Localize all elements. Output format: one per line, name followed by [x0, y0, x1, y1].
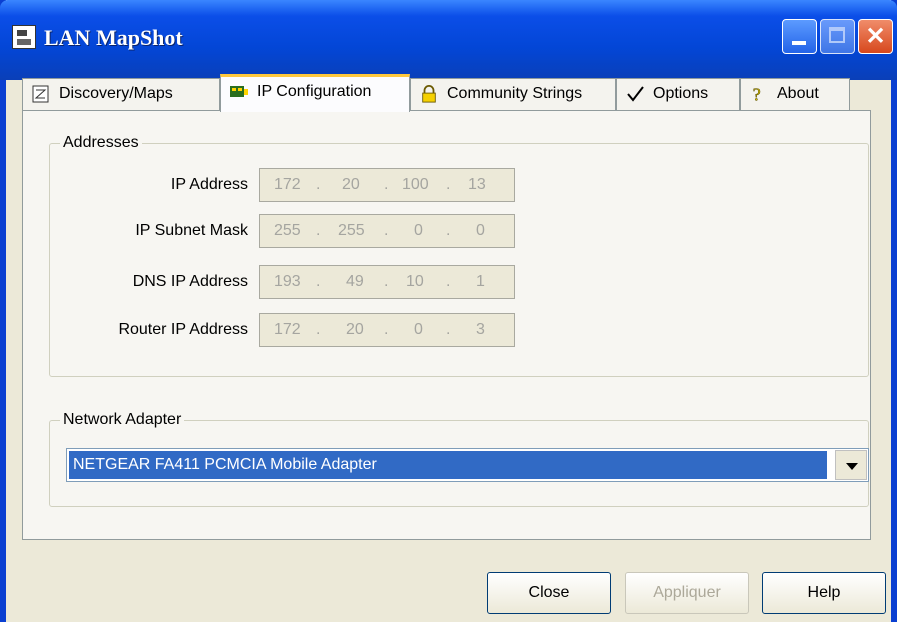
minimize-button[interactable]: [782, 19, 817, 54]
network-adapter-value: NETGEAR FA411 PCMCIA Mobile Adapter: [69, 451, 827, 479]
help-button[interactable]: Help: [762, 572, 886, 614]
app-icon: [12, 25, 36, 49]
tab-community-strings[interactable]: Community Strings: [410, 78, 616, 110]
octet-1: 172: [274, 176, 301, 193]
octet-3: 100: [402, 176, 429, 193]
octet-3: 0: [414, 222, 423, 239]
tab-options[interactable]: Options: [616, 78, 740, 110]
svg-text:?: ?: [753, 85, 761, 103]
octet-4: 1: [476, 273, 485, 290]
dns-address-label: DNS IP Address: [132, 273, 248, 290]
chevron-down-icon[interactable]: [835, 450, 867, 480]
subnet-mask-label: IP Subnet Mask: [135, 222, 248, 239]
ip-address-label: IP Address: [170, 176, 248, 193]
octet-4: 3: [476, 321, 485, 338]
octet-1: 193: [274, 273, 301, 290]
octet-2: 20: [346, 321, 364, 338]
close-icon: ✕: [865, 23, 886, 50]
octet-2: 49: [346, 273, 364, 290]
network-adapter-legend: Network Adapter: [60, 411, 185, 429]
tab-label: Discovery/Maps: [59, 85, 173, 102]
close-button[interactable]: Close: [487, 572, 611, 614]
close-window-button[interactable]: ✕: [858, 19, 893, 54]
network-adapter-select[interactable]: NETGEAR FA411 PCMCIA Mobile Adapter: [66, 448, 869, 482]
checkmark-icon: [627, 86, 644, 102]
dns-address-field: 193. 49. 10. 1: [259, 265, 515, 299]
title-bar[interactable]: LAN MapShot ✕: [0, 0, 897, 80]
octet-2: 20: [342, 176, 360, 193]
tab-about[interactable]: ? About: [740, 78, 850, 110]
octet-1: 172: [274, 321, 301, 338]
ip-address-field: 172. 20. 100. 13: [259, 168, 515, 202]
tab-label: Options: [653, 85, 709, 102]
octet-3: 0: [414, 321, 423, 338]
apply-button: Appliquer: [625, 572, 749, 614]
octet-2: 255: [338, 222, 365, 239]
tab-label: Community Strings: [447, 85, 583, 102]
subnet-mask-field: 255. 255. 0. 0: [259, 214, 515, 248]
octet-4: 0: [476, 222, 485, 239]
map-icon: [32, 85, 49, 103]
lock-icon: [422, 85, 436, 103]
router-address-label: Router IP Address: [118, 321, 248, 338]
addresses-legend: Addresses: [60, 134, 142, 152]
octet-3: 10: [406, 273, 424, 290]
tab-label: About: [777, 85, 819, 102]
octet-4: 13: [468, 176, 486, 193]
minimize-icon: [792, 41, 806, 45]
maximize-button: [820, 19, 855, 54]
octet-1: 255: [274, 222, 301, 239]
question-icon: ?: [752, 85, 761, 103]
window-title: LAN MapShot: [44, 25, 183, 50]
tab-discovery-maps[interactable]: Discovery/Maps: [22, 78, 220, 110]
router-address-field: 172. 20. 0. 3: [259, 313, 515, 347]
maximize-icon: [829, 27, 845, 43]
tab-ip-configuration[interactable]: IP Configuration: [220, 74, 410, 112]
tab-label: IP Configuration: [257, 83, 372, 100]
network-card-icon: [230, 86, 248, 97]
